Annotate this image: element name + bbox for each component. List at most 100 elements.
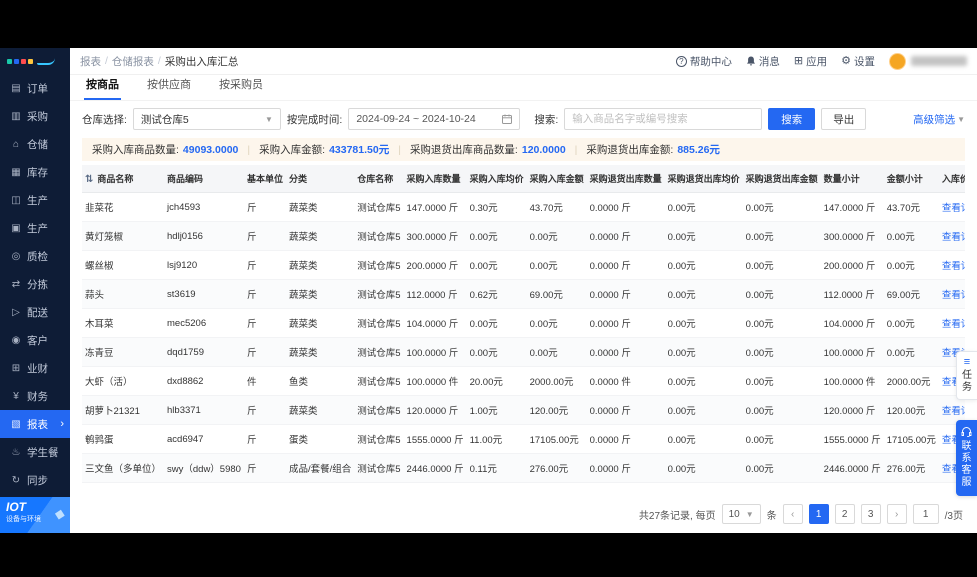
sidebar-item-客户[interactable]: ◉客户 — [0, 326, 70, 354]
table-cell: 胡萝卜21321 — [82, 396, 164, 425]
bell-icon — [746, 56, 756, 67]
table-cell: 0.00元 — [884, 338, 939, 367]
sidebar-item-财务[interactable]: ¥财务 — [0, 382, 70, 410]
table-cell: 0.00元 — [743, 396, 821, 425]
sidebar-item-生产[interactable]: ◫生产 — [0, 186, 70, 214]
date-range-picker[interactable]: 2024-09-24 ~ 2024-10-24 — [348, 108, 520, 130]
warehouse-select[interactable]: 测试仓库5 ▼ — [133, 108, 281, 130]
table-row: 鹌鹑蛋acd6947斤蛋类测试仓库51555.0000 斤11.00元17105… — [82, 425, 965, 454]
settings-button[interactable]: ⚙ 设置 — [841, 54, 875, 69]
prev-page-button[interactable]: ‹ — [783, 504, 803, 524]
apps-button[interactable]: ⊞ 应用 — [794, 54, 827, 69]
breadcrumb-item[interactable]: 仓储报表 — [112, 54, 154, 69]
search-button[interactable]: 搜索 — [768, 108, 815, 130]
page-button-1[interactable]: 1 — [809, 504, 829, 524]
tab-按商品[interactable]: 按商品 — [84, 76, 121, 100]
table-cell: 测试仓库5 — [354, 454, 403, 483]
table-cell: acd6947 — [164, 425, 244, 454]
view-details-link[interactable]: 查看详情 — [942, 261, 965, 272]
user-menu[interactable] — [889, 53, 967, 70]
table-cell: 100.0000 件 — [404, 367, 467, 396]
sidebar-item-同步[interactable]: ↻同步 — [0, 466, 70, 494]
tasks-float-button[interactable]: ≡ 任务 — [956, 351, 977, 400]
sidebar-item-报表[interactable]: ▧报表› — [0, 410, 70, 438]
table-cell: 斤 — [244, 309, 286, 338]
warehouse-select-value: 测试仓库5 — [141, 112, 189, 127]
page-button-2[interactable]: 2 — [835, 504, 855, 524]
table-cell: 100.0000 件 — [821, 367, 884, 396]
chevron-right-icon: › — [60, 418, 64, 430]
sidebar-item-库存[interactable]: ▦库存 — [0, 158, 70, 186]
page-buttons: 123 — [809, 504, 881, 524]
table-cell: 0.0000 斤 — [587, 251, 665, 280]
date-range-value: 2024-09-24 ~ 2024-10-24 — [356, 113, 475, 125]
table-cell: 斤 — [244, 193, 286, 222]
sidebar-item-配送[interactable]: ▷配送 — [0, 298, 70, 326]
table-cell: 120.0000 斤 — [821, 396, 884, 425]
table-cell: 1555.0000 斤 — [821, 425, 884, 454]
table-cell: 0.0000 斤 — [587, 309, 665, 338]
table-cell: swy（ddw）5980 — [164, 454, 244, 483]
summary-label: 采购退货出库金额: — [586, 142, 673, 157]
table-cell: hdlj0156 — [164, 222, 244, 251]
sidebar-item-label: 仓储 — [27, 137, 48, 152]
table-cell: 0.00元 — [743, 309, 821, 338]
page-button-3[interactable]: 3 — [861, 504, 881, 524]
export-button[interactable]: 导出 — [821, 108, 866, 130]
contact-support-float-button[interactable]: 联系客服 — [956, 420, 977, 496]
view-details-link[interactable]: 查看详情 — [942, 203, 965, 214]
table-cell: 测试仓库5 — [354, 425, 403, 454]
sidebar-item-label: 分拣 — [27, 277, 48, 292]
table-cell: 大虾（活） — [82, 367, 164, 396]
sidebar-item-采购[interactable]: ▥采购 — [0, 102, 70, 130]
summary-item: 采购退货出库金额:885.26元 — [586, 142, 720, 157]
summary-value: 49093.0000 — [183, 144, 238, 156]
sidebar-item-质检[interactable]: ◎质检 — [0, 242, 70, 270]
table-cell: st3619 — [164, 280, 244, 309]
table-cell: 蔬菜类 — [286, 193, 354, 222]
sidebar-item-分拣[interactable]: ⇄分拣 — [0, 270, 70, 298]
table-row: 三文鱼（多单位）swy（ddw）5980斤成品/套餐/组合测试仓库52446.0… — [82, 454, 965, 483]
table-cell: 0.00元 — [743, 280, 821, 309]
tasks-icon: ≡ — [964, 357, 970, 367]
column-header: 商品编码 — [164, 165, 244, 193]
iot-panel[interactable]: IOT 设备与环境 ◆ — [0, 497, 70, 533]
production2-icon: ▣ — [10, 223, 22, 234]
search-input[interactable] — [564, 108, 762, 130]
column-settings-icon[interactable]: ⇅ — [85, 174, 93, 185]
messages-button[interactable]: 消息 — [746, 54, 780, 69]
tab-按采购员[interactable]: 按采购员 — [217, 76, 265, 100]
app-logo — [0, 48, 70, 74]
view-details-link[interactable]: 查看详情 — [942, 232, 965, 243]
page-jump-input[interactable]: 1 — [913, 504, 939, 524]
table-cell: 0.62元 — [467, 280, 527, 309]
table-row: 韭菜花jch4593斤蔬菜类测试仓库5147.0000 斤0.30元43.70元… — [82, 193, 965, 222]
sidebar-item-生产[interactable]: ▣生产 — [0, 214, 70, 242]
page-size-select[interactable]: 10 ▼ — [722, 504, 761, 524]
table-cell: 43.70元 — [527, 193, 587, 222]
table-cell: 0.00元 — [884, 251, 939, 280]
warehouse-label: 仓库选择: — [82, 112, 127, 127]
view-details-link[interactable]: 查看详情 — [942, 290, 965, 301]
table-cell: 0.0000 斤 — [587, 338, 665, 367]
sidebar-item-学生餐[interactable]: ♨学生餐 — [0, 438, 70, 466]
sidebar-item-仓储[interactable]: ⌂仓储 — [0, 130, 70, 158]
delivery-icon: ▷ — [10, 307, 22, 318]
time-label: 按完成时间: — [287, 112, 342, 127]
table-cell: 69.00元 — [884, 280, 939, 309]
advanced-filter-link[interactable]: 高级筛选 ▼ — [913, 112, 965, 127]
sidebar-item-label: 质检 — [27, 249, 48, 264]
view-details-link[interactable]: 查看详情 — [942, 406, 965, 417]
search-label: 搜索: — [534, 112, 558, 127]
headset-icon — [961, 427, 972, 437]
sidebar-item-订单[interactable]: ▤订单 — [0, 74, 70, 102]
table-cell: 147.0000 斤 — [821, 193, 884, 222]
help-center-button[interactable]: ? 帮助中心 — [676, 54, 732, 69]
tab-按供应商[interactable]: 按供应商 — [145, 76, 193, 100]
sidebar-item-业财[interactable]: ⊞业财 — [0, 354, 70, 382]
view-details-link[interactable]: 查看详情 — [942, 319, 965, 330]
table-row: 木耳菜mec5206斤蔬菜类测试仓库5104.0000 斤0.00元0.00元0… — [82, 309, 965, 338]
column-header: 采购入库金额 — [527, 165, 587, 193]
next-page-button[interactable]: › — [887, 504, 907, 524]
breadcrumb-item[interactable]: 报表 — [80, 54, 101, 69]
